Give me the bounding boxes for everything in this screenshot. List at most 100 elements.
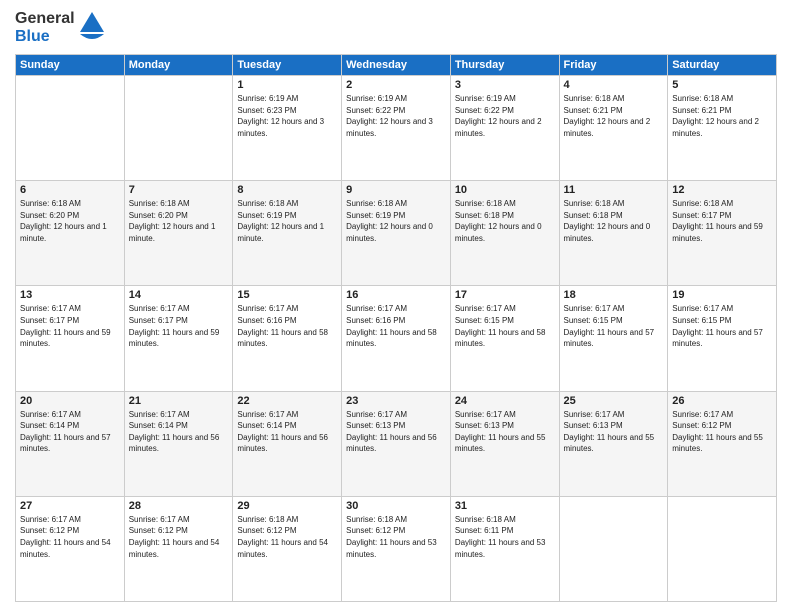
day-info: Sunrise: 6:17 AM Sunset: 6:12 PM Dayligh… [129, 514, 229, 560]
day-number: 12 [672, 184, 772, 196]
calendar-cell [124, 76, 233, 181]
day-number: 13 [20, 289, 120, 301]
calendar-cell: 6Sunrise: 6:18 AM Sunset: 6:20 PM Daylig… [16, 181, 125, 286]
calendar-week-row: 6Sunrise: 6:18 AM Sunset: 6:20 PM Daylig… [16, 181, 777, 286]
day-number: 15 [237, 289, 337, 301]
calendar-cell: 9 Sunrise: 6:18 AM Sunset: 6:19 PM Daylig… [342, 181, 451, 286]
day-number: 9 [346, 184, 446, 196]
calendar-cell: 16Sunrise: 6:17 AM Sunset: 6:16 PM Dayli… [342, 286, 451, 391]
day-info: Sunrise: 6:18 AM Sunset: 6:19 PM Dayligh… [237, 198, 337, 244]
calendar-cell: 29 Sunrise: 6:18 AM Sunset: 6:12 PM Dayli… [233, 496, 342, 601]
calendar-cell: 7 Sunrise: 6:18 AM Sunset: 6:20 PM Daylig… [124, 181, 233, 286]
day-number: 8 [237, 184, 337, 196]
calendar-cell: 22 Sunrise: 6:17 AM Sunset: 6:14 PM Dayli… [233, 391, 342, 496]
calendar-cell: 17 Sunrise: 6:17 AM Sunset: 6:15 PM Dayli… [450, 286, 559, 391]
day-number: 31 [455, 500, 555, 512]
calendar-cell: 14Sunrise: 6:17 AM Sunset: 6:17 PM Dayli… [124, 286, 233, 391]
calendar-cell: 3Sunrise: 6:19 AM Sunset: 6:22 PM Daylig… [450, 76, 559, 181]
logo-brand: General Blue [15, 10, 106, 46]
day-info: Sunrise: 6:17 AM Sunset: 6:13 PM Dayligh… [346, 409, 446, 455]
day-number: 29 [237, 500, 337, 512]
calendar-cell: 11 Sunrise: 6:18 AM Sunset: 6:18 PM Dayli… [559, 181, 668, 286]
day-info: Sunrise: 6:18 AM Sunset: 6:19 PM Dayligh… [346, 198, 446, 244]
calendar-week-row: 13 Sunrise: 6:17 AM Sunset: 6:17 PM Dayli… [16, 286, 777, 391]
calendar-header-friday: Friday [559, 55, 668, 76]
day-number: 28 [129, 500, 229, 512]
page: General Blue SundayMondayTuesdayWednesda… [0, 0, 792, 612]
calendar-cell: 18 Sunrise: 6:17 AM Sunset: 6:15 PM Dayli… [559, 286, 668, 391]
day-number: 17 [455, 289, 555, 301]
day-number: 16 [346, 289, 446, 301]
calendar-cell [668, 496, 777, 601]
day-number: 4 [564, 79, 664, 91]
calendar-cell: 20 Sunrise: 6:17 AM Sunset: 6:14 PM Dayli… [16, 391, 125, 496]
day-number: 2 [346, 79, 446, 91]
header: General Blue [15, 10, 777, 46]
day-number: 18 [564, 289, 664, 301]
day-info: Sunrise: 6:17 AM Sunset: 6:14 PM Dayligh… [20, 409, 120, 455]
day-info: Sunrise: 6:17 AM Sunset: 6:13 PM Dayligh… [564, 409, 664, 455]
day-number: 24 [455, 395, 555, 407]
day-info: Sunrise: 6:19 AM Sunset: 6:22 PM Dayligh… [455, 93, 555, 139]
calendar-header-monday: Monday [124, 55, 233, 76]
logo-area: General Blue [15, 10, 106, 46]
day-info: Sunrise: 6:17 AM Sunset: 6:13 PM Dayligh… [455, 409, 555, 455]
day-number: 5 [672, 79, 772, 91]
day-number: 19 [672, 289, 772, 301]
logo-sail-icon [78, 10, 106, 46]
calendar-cell: 1 Sunrise: 6:19 AM Sunset: 6:23 PM Daylig… [233, 76, 342, 181]
calendar-cell: 23 Sunrise: 6:17 AM Sunset: 6:13 PM Dayli… [342, 391, 451, 496]
day-number: 7 [129, 184, 229, 196]
calendar-cell: 27Sunrise: 6:17 AM Sunset: 6:12 PM Dayli… [16, 496, 125, 601]
day-info: Sunrise: 6:18 AM Sunset: 6:18 PM Dayligh… [455, 198, 555, 244]
day-info: Sunrise: 6:18 AM Sunset: 6:21 PM Dayligh… [672, 93, 772, 139]
day-number: 23 [346, 395, 446, 407]
calendar-table: SundayMondayTuesdayWednesdayThursdayFrid… [15, 54, 777, 602]
calendar-week-row: 27Sunrise: 6:17 AM Sunset: 6:12 PM Dayli… [16, 496, 777, 601]
day-number: 11 [564, 184, 664, 196]
day-number: 20 [20, 395, 120, 407]
calendar-header-saturday: Saturday [668, 55, 777, 76]
day-info: Sunrise: 6:17 AM Sunset: 6:15 PM Dayligh… [564, 303, 664, 349]
calendar-cell: 15 Sunrise: 6:17 AM Sunset: 6:16 PM Dayli… [233, 286, 342, 391]
day-number: 21 [129, 395, 229, 407]
calendar-cell: 12 Sunrise: 6:18 AM Sunset: 6:17 PM Dayli… [668, 181, 777, 286]
calendar-header-wednesday: Wednesday [342, 55, 451, 76]
day-info: Sunrise: 6:17 AM Sunset: 6:17 PM Dayligh… [129, 303, 229, 349]
calendar-cell: 10 Sunrise: 6:18 AM Sunset: 6:18 PM Dayli… [450, 181, 559, 286]
calendar-cell: 21 Sunrise: 6:17 AM Sunset: 6:14 PM Dayli… [124, 391, 233, 496]
calendar-header-tuesday: Tuesday [233, 55, 342, 76]
day-info: Sunrise: 6:17 AM Sunset: 6:15 PM Dayligh… [672, 303, 772, 349]
day-info: Sunrise: 6:18 AM Sunset: 6:20 PM Dayligh… [20, 198, 120, 244]
day-info: Sunrise: 6:19 AM Sunset: 6:23 PM Dayligh… [237, 93, 337, 139]
day-info: Sunrise: 6:18 AM Sunset: 6:20 PM Dayligh… [129, 198, 229, 244]
day-number: 26 [672, 395, 772, 407]
calendar-header-sunday: Sunday [16, 55, 125, 76]
calendar-cell: 2 Sunrise: 6:19 AM Sunset: 6:22 PM Daylig… [342, 76, 451, 181]
day-info: Sunrise: 6:17 AM Sunset: 6:14 PM Dayligh… [237, 409, 337, 455]
calendar-header-thursday: Thursday [450, 55, 559, 76]
calendar-cell [559, 496, 668, 601]
day-number: 10 [455, 184, 555, 196]
calendar-header-row: SundayMondayTuesdayWednesdayThursdayFrid… [16, 55, 777, 76]
day-info: Sunrise: 6:18 AM Sunset: 6:21 PM Dayligh… [564, 93, 664, 139]
day-number: 22 [237, 395, 337, 407]
day-info: Sunrise: 6:17 AM Sunset: 6:15 PM Dayligh… [455, 303, 555, 349]
calendar-week-row: 20 Sunrise: 6:17 AM Sunset: 6:14 PM Dayli… [16, 391, 777, 496]
day-info: Sunrise: 6:17 AM Sunset: 6:16 PM Dayligh… [237, 303, 337, 349]
calendar-cell: 24 Sunrise: 6:17 AM Sunset: 6:13 PM Dayli… [450, 391, 559, 496]
calendar-cell [16, 76, 125, 181]
day-number: 30 [346, 500, 446, 512]
day-number: 25 [564, 395, 664, 407]
calendar-cell: 26Sunrise: 6:17 AM Sunset: 6:12 PM Dayli… [668, 391, 777, 496]
logo-general-text: General [15, 10, 75, 28]
day-number: 1 [237, 79, 337, 91]
day-info: Sunrise: 6:18 AM Sunset: 6:18 PM Dayligh… [564, 198, 664, 244]
calendar-cell: 30Sunrise: 6:18 AM Sunset: 6:12 PM Dayli… [342, 496, 451, 601]
calendar-cell: 28 Sunrise: 6:17 AM Sunset: 6:12 PM Dayli… [124, 496, 233, 601]
day-info: Sunrise: 6:19 AM Sunset: 6:22 PM Dayligh… [346, 93, 446, 139]
calendar-cell: 19 Sunrise: 6:17 AM Sunset: 6:15 PM Dayli… [668, 286, 777, 391]
day-info: Sunrise: 6:18 AM Sunset: 6:17 PM Dayligh… [672, 198, 772, 244]
day-info: Sunrise: 6:18 AM Sunset: 6:12 PM Dayligh… [237, 514, 337, 560]
day-info: Sunrise: 6:17 AM Sunset: 6:14 PM Dayligh… [129, 409, 229, 455]
